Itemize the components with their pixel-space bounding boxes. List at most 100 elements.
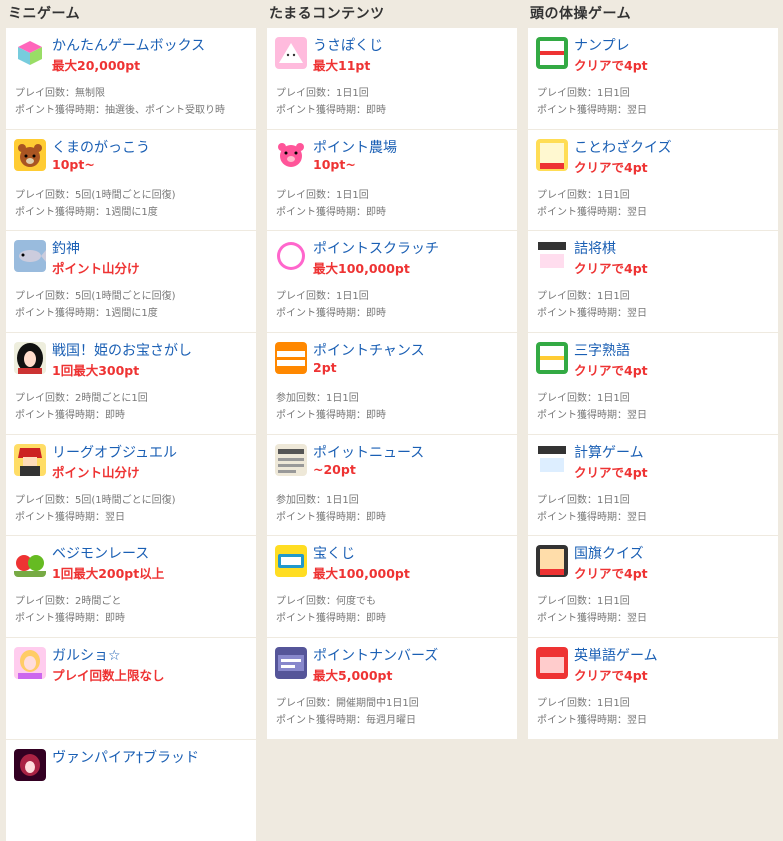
point-timing-text: ポイント獲得時期：即時	[276, 206, 386, 218]
content-card[interactable]: ポイットニュース ~20pt 参加回数：1日1回 ポイント獲得時期：即時	[267, 434, 517, 536]
content-title-link[interactable]: うさぽくじ	[313, 35, 383, 55]
point-timing-text: ポイント獲得時期：翌日	[537, 308, 647, 320]
content-card[interactable]: ガルショ☆ プレイ回数上限なし	[6, 638, 256, 739]
content-title-link[interactable]: ポイント農場	[313, 137, 397, 157]
pig-icon[interactable]	[275, 138, 307, 171]
content-meta: プレイ回数：1日1回 ポイント獲得時期：翌日	[537, 390, 647, 424]
vampire-icon[interactable]	[14, 748, 46, 781]
rabbit-icon[interactable]	[275, 37, 307, 69]
content-title-link[interactable]: ベジモンレース	[52, 543, 149, 563]
content-card[interactable]: 釣神ポイント山分けプレイ回数：5回(1時間ごとに回復) ポイント獲得時期：1週間に…	[6, 231, 256, 333]
point-timing-text: ポイント獲得時期：1週間に1度	[15, 206, 158, 218]
content-card[interactable]: ポイントスクラッチ 最大100,000pt プレイ回数：1日1回 ポイント獲得時期：即…	[267, 231, 517, 333]
content-card[interactable]: ナンプレ クリアで4pt プレイ回数：1日1回 ポイント獲得時期：翌日	[528, 28, 778, 129]
content-card[interactable]: リーグオブジュエルポイント山分けプレイ回数：5回(1時間ごとに回復) ポイント獲得…	[6, 434, 256, 536]
content-title-link[interactable]: ヴァンパイア†ブラッド	[52, 747, 199, 767]
lottery-icon[interactable]	[275, 545, 307, 578]
content-title-link[interactable]: ガルショ☆	[52, 645, 121, 665]
reward-text: 最大100,000pt	[313, 566, 410, 582]
section-title: ミニゲーム	[8, 6, 81, 22]
chance-icon[interactable]	[275, 342, 307, 375]
idol-icon[interactable]	[14, 647, 46, 680]
content-title-link[interactable]: ポイントナンバーズ	[313, 645, 438, 665]
reward-text: クリアで4pt	[574, 566, 648, 582]
content-title-link[interactable]: 釣神	[52, 238, 80, 258]
reward-text: 最大5,000pt	[313, 668, 393, 684]
numbers-icon[interactable]	[275, 647, 307, 680]
content-card[interactable]: くまのがっこう 10pt~ プレイ回数：5回(1時間ごとに回復) ポイント獲得時期：1…	[6, 129, 256, 231]
proverb-icon[interactable]	[536, 138, 568, 171]
flag-quiz-icon[interactable]	[536, 545, 568, 578]
content-meta: プレイ回数：2時間ごと ポイント獲得時期：即時	[15, 593, 125, 627]
content-card[interactable]: 詰将棋クリアで4pt プレイ回数：1日1回 ポイント獲得時期：翌日	[528, 231, 778, 333]
content-title-link[interactable]: 宝くじ	[313, 543, 355, 563]
content-card[interactable]: ベジモンレース 1回最大200pt以上 プレイ回数：2時間ごと ポイント獲得時期：即時	[6, 536, 256, 638]
content-card[interactable]: ポイントナンバーズ最大5,000pt プレイ回数：開催期間中1日1回 ポイント獲得時…	[267, 638, 517, 739]
vegetable-icon[interactable]	[14, 545, 46, 578]
kanji-icon[interactable]	[536, 342, 568, 375]
warrior-icon[interactable]	[14, 443, 46, 476]
play-count-text: プレイ回数：2時間ごとに1回	[15, 393, 148, 405]
content-card[interactable]: ポイントチャンス 2pt 参加回数：1日1回 ポイント獲得時期：即時	[267, 333, 517, 434]
reward-text: ポイント山分け	[52, 464, 140, 480]
content-title-link[interactable]: リーグオブジュエル	[52, 442, 177, 462]
content-title-link[interactable]: かんたんゲームボックス	[52, 35, 205, 55]
shogi-icon[interactable]	[536, 240, 568, 273]
content-title-link[interactable]: ことわざクイズ	[574, 137, 672, 157]
point-timing-text: ポイント獲得時期：翌日	[537, 613, 647, 625]
content-card[interactable]: 国旗クイズ クリアで4pt プレイ回数：1日1回 ポイント獲得時期：翌日	[528, 536, 778, 638]
content-title-link[interactable]: 英単語ゲーム	[574, 645, 658, 665]
point-timing-text: ポイント獲得時期：即時	[276, 613, 386, 625]
princess-icon[interactable]	[14, 342, 46, 375]
content-card[interactable]: ポイント農場 10pt~ プレイ回数：1日1回 ポイント獲得時期：即時	[267, 129, 517, 231]
content-card[interactable]: うさぽくじ 最大11pt プレイ回数：1日1回 ポイント獲得時期：即時	[267, 28, 517, 129]
reward-text: ポイント山分け	[52, 261, 140, 277]
scratch-icon[interactable]	[275, 240, 307, 273]
content-card[interactable]: 戦国！姫のお宝さがし 1回最大300pt プレイ回数：2時間ごとに1回 ポイント獲得時…	[6, 333, 256, 434]
content-card[interactable]: 三字熟語 クリアで4pt プレイ回数：1日1回 ポイント獲得時期：翌日	[528, 333, 778, 434]
content-meta: プレイ回数：1日1回 ポイント獲得時期：即時	[276, 288, 386, 322]
section-title: たまるコンテンツ	[269, 6, 385, 22]
content-title-link[interactable]: くまのがっこう	[52, 137, 150, 157]
content-meta: プレイ回数：1日1回 ポイント獲得時期：翌日	[537, 288, 647, 322]
content-meta: プレイ回数：2時間ごとに1回 ポイント獲得時期：即時	[15, 390, 148, 424]
reward-text: クリアで4pt	[574, 159, 648, 175]
play-count-text: プレイ回数：1日1回	[276, 291, 369, 303]
content-meta: プレイ回数：1日1回 ポイント獲得時期：翌日	[537, 695, 647, 729]
content-card[interactable]: ことわざクイズ クリアで4pt プレイ回数：1日1回 ポイント獲得時期：翌日	[528, 129, 778, 231]
content-meta: プレイ回数：5回(1時間ごとに回復) ポイント獲得時期：翌日	[15, 492, 176, 526]
content-title-link[interactable]: ナンプレ	[574, 35, 630, 55]
play-count-text: プレイ回数：1日1回	[276, 88, 369, 99]
point-timing-text: ポイント獲得時期：翌日	[537, 105, 647, 116]
bear-icon[interactable]	[14, 138, 46, 171]
content-title-link[interactable]: ポイントチャンス	[313, 340, 425, 360]
content-card[interactable]: 計算ゲーム クリアで4pt プレイ回数：1日1回 ポイント獲得時期：翌日	[528, 434, 778, 536]
calc-icon[interactable]	[536, 443, 568, 476]
point-timing-text: ポイント獲得時期：抽選後、ポイント受取り時	[15, 105, 225, 116]
play-count-text: プレイ回数：1日1回	[276, 189, 369, 201]
content-card[interactable]: かんたんゲームボックス 最大20,000pt プレイ回数：無制限 ポイント獲得時期：抽…	[6, 28, 256, 129]
content-title-link[interactable]: 戦国！姫のお宝さがし	[52, 340, 192, 360]
content-title-link[interactable]: 詰将棋	[574, 238, 616, 258]
content-title-link[interactable]: ポイットニュース	[313, 442, 424, 462]
game-box-icon[interactable]	[14, 37, 46, 69]
fish-icon[interactable]	[14, 240, 46, 273]
content-card[interactable]: ヴァンパイア†ブラッド	[6, 739, 256, 841]
play-count-text: プレイ回数：5回(1時間ごとに回復)	[15, 291, 176, 303]
content-title-link[interactable]: ポイントスクラッチ	[313, 238, 439, 258]
play-count-text: プレイ回数：開催期間中1日1回	[276, 698, 419, 710]
content-card[interactable]: 宝くじ 最大100,000pt プレイ回数：何度でも ポイント獲得時期：即時	[267, 536, 517, 638]
reward-text: クリアで4pt	[574, 668, 648, 684]
content-title-link[interactable]: 計算ゲーム	[574, 442, 644, 462]
reward-text: クリアで4pt	[574, 261, 648, 277]
point-timing-text: ポイント獲得時期：即時	[15, 410, 125, 422]
content-meta: プレイ回数：1日1回ポイント獲得時期：即時	[276, 187, 386, 221]
content-meta: プレイ回数：5回(1時間ごとに回復) ポイント獲得時期：1週間に1度	[15, 288, 176, 322]
content-card[interactable]: 英単語ゲームクリアで4pt プレイ回数：1日1回 ポイント獲得時期：翌日	[528, 638, 778, 739]
number-place-icon[interactable]	[536, 37, 568, 69]
point-timing-text: ポイント獲得時期：毎週月曜日	[276, 715, 416, 727]
content-title-link[interactable]: 三字熟語	[574, 340, 630, 360]
content-title-link[interactable]: 国旗クイズ	[574, 543, 644, 563]
english-icon[interactable]	[536, 647, 568, 680]
news-icon[interactable]	[275, 443, 307, 476]
